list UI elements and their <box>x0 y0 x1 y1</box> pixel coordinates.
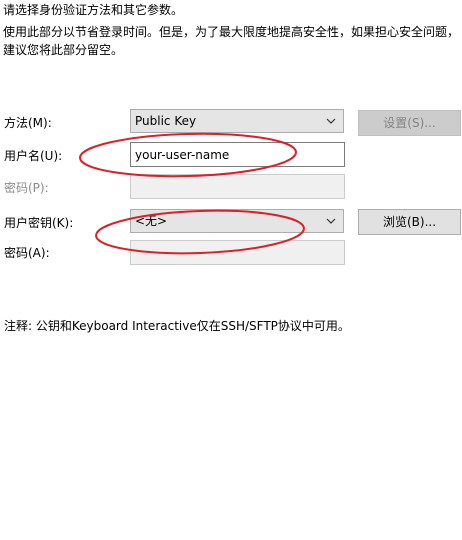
browse-button[interactable]: 浏览(B)... <box>358 209 461 235</box>
user-key-select-value: <无> <box>135 214 168 228</box>
annotation-overlay <box>79 132 305 255</box>
intro-line-3: 建议您将此部分留空。 <box>3 43 124 57</box>
passphrase-input[interactable] <box>130 240 345 265</box>
settings-button[interactable]: 设置(S)... <box>358 110 461 136</box>
protocol-note: 注释: 公钥和Keyboard Interactive仅在SSH/SFTP协议中… <box>4 319 350 333</box>
method-select-value: Public Key <box>135 114 197 128</box>
method-select[interactable]: Public Key <box>130 109 344 133</box>
chevron-down-icon <box>326 118 336 124</box>
username-value: your-user-name <box>135 148 230 162</box>
intro-line-1: 请选择身份验证方法和其它参数。 <box>3 3 184 17</box>
user-key-label: 用户密钥(K): <box>4 216 74 230</box>
method-label: 方法(M): <box>4 116 52 130</box>
password-label: 密码(P): <box>4 181 49 195</box>
chevron-down-icon <box>326 218 336 224</box>
user-key-select[interactable]: <无> <box>130 209 344 233</box>
username-label: 用户名(U): <box>4 149 63 163</box>
intro-line-2: 使用此部分以节省登录时间。但是，为了最大限度地提高安全性，如果担心安全问题， <box>3 25 460 39</box>
username-input[interactable]: your-user-name <box>130 142 345 167</box>
passphrase-label: 密码(A): <box>4 246 50 260</box>
password-input[interactable] <box>130 174 345 199</box>
